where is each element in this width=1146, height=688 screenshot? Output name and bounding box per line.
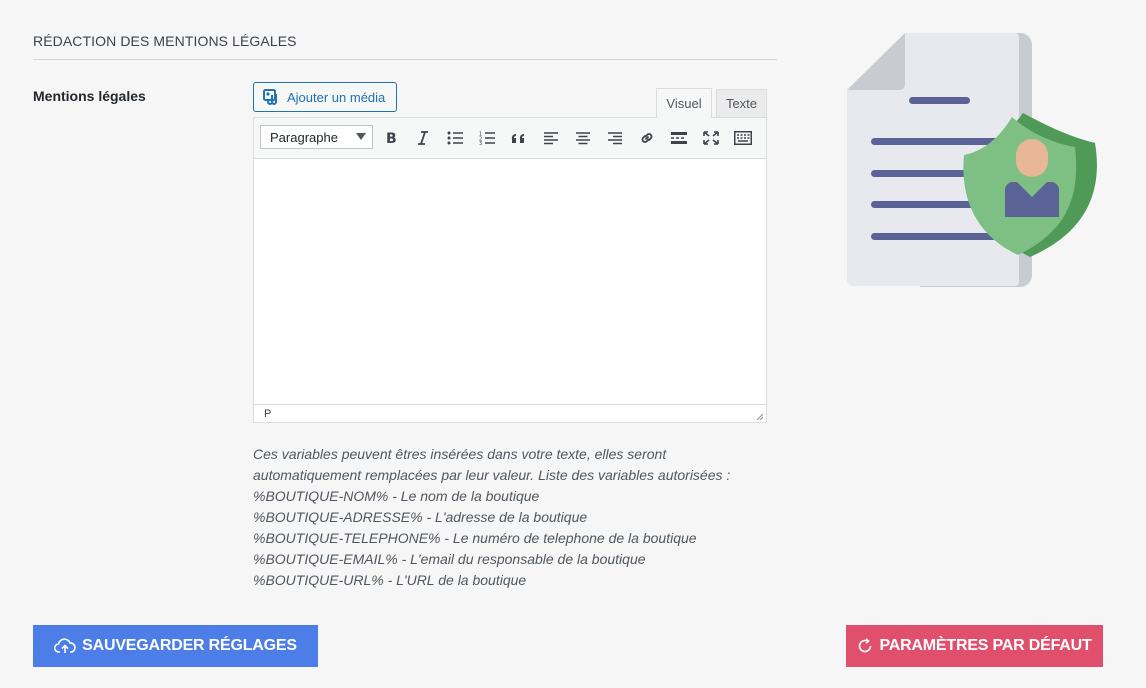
toolbar-toggle-icon[interactable]: [732, 127, 754, 149]
help-line: %BOUTIQUE-NOM% - Le nom de la boutique: [253, 488, 540, 504]
help-line: Ces variables peuvent êtres insérées dan…: [253, 446, 667, 462]
legal-document-shield-icon: [847, 33, 1097, 287]
tab-text[interactable]: Texte: [716, 89, 767, 117]
save-settings-label: SAUVEGARDER RÉGLAGES: [82, 637, 297, 654]
bullet-list-icon[interactable]: [444, 127, 466, 149]
svg-text:3: 3: [479, 141, 482, 145]
section-title: RÉDACTION DES MENTIONS LÉGALES: [33, 33, 297, 49]
section-divider: [33, 59, 777, 60]
rich-text-editor: Paragraphe B 123 P: [253, 117, 767, 423]
editor-statusbar: P: [254, 404, 766, 423]
read-more-icon[interactable]: [668, 127, 690, 149]
align-right-icon[interactable]: [604, 127, 626, 149]
resize-handle-icon[interactable]: [755, 412, 764, 421]
refresh-icon: [859, 638, 872, 653]
editor-content-area[interactable]: [254, 159, 766, 404]
save-settings-button[interactable]: SAUVEGARDER RÉGLAGES: [33, 625, 318, 667]
blockquote-icon[interactable]: [508, 127, 530, 149]
svg-text:B: B: [386, 131, 397, 145]
help-line: automatiquement remplacées par leur vale…: [253, 467, 731, 483]
cloud-upload-icon: [54, 638, 76, 653]
reset-defaults-label: PARAMÈTRES PAR DÉFAUT: [879, 637, 1092, 654]
reset-defaults-button[interactable]: PARAMÈTRES PAR DÉFAUT: [846, 625, 1103, 667]
help-line: %BOUTIQUE-EMAIL% - L'email du responsabl…: [253, 551, 646, 567]
bold-icon[interactable]: B: [380, 127, 402, 149]
fullscreen-icon[interactable]: [700, 127, 722, 149]
link-icon[interactable]: [636, 127, 658, 149]
element-path[interactable]: P: [264, 408, 271, 420]
align-center-icon[interactable]: [572, 127, 594, 149]
chevron-down-icon: [356, 133, 366, 140]
field-label: Mentions légales: [33, 88, 146, 104]
align-left-icon[interactable]: [540, 127, 562, 149]
format-select[interactable]: Paragraphe: [260, 125, 373, 149]
editor-toolbar: Paragraphe B 123: [254, 118, 766, 159]
variables-help-text: Ces variables peuvent êtres insérées dan…: [253, 444, 773, 591]
tab-visual[interactable]: Visuel: [656, 88, 712, 118]
format-select-value: Paragraphe: [270, 129, 338, 145]
numbered-list-icon[interactable]: 123: [476, 127, 498, 149]
help-line: %BOUTIQUE-ADRESSE% - L'adresse de la bou…: [253, 509, 588, 525]
help-line: %BOUTIQUE-URL% - L'URL de la boutique: [253, 572, 527, 588]
add-media-label: Ajouter un média: [287, 89, 386, 105]
media-icon: [263, 89, 277, 105]
add-media-button[interactable]: Ajouter un média: [253, 82, 397, 112]
help-line: %BOUTIQUE-TELEPHONE% - Le numéro de tele…: [253, 530, 697, 546]
italic-icon[interactable]: [412, 127, 434, 149]
